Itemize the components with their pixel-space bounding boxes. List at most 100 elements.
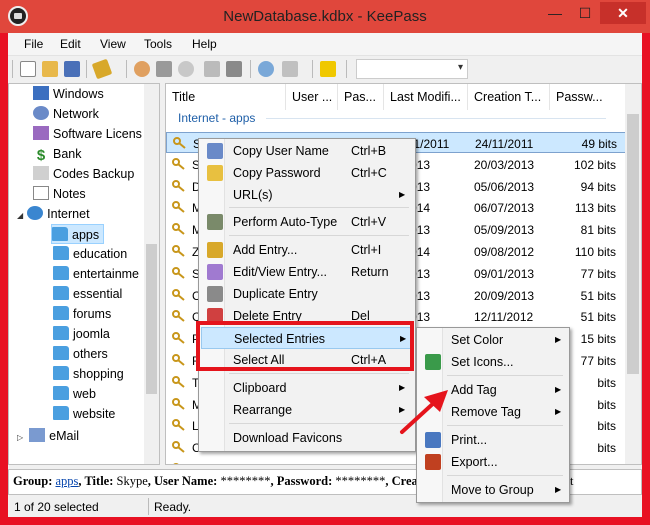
list-scroll-thumb[interactable] bbox=[627, 114, 639, 374]
context-menu-item[interactable]: URL(s) ▶ bbox=[201, 184, 413, 206]
tree-item-others[interactable]: others bbox=[53, 344, 108, 364]
save-database-icon[interactable] bbox=[64, 61, 80, 77]
menu-separator bbox=[447, 475, 563, 476]
tree-item-software-licenses[interactable]: Software Licens bbox=[33, 124, 142, 144]
copy-password-icon[interactable] bbox=[156, 61, 172, 77]
table-cell: 110 bits bbox=[574, 245, 616, 259]
submenu-item[interactable]: Add Tag ▶ bbox=[419, 379, 567, 401]
show-entries-icon[interactable] bbox=[282, 61, 298, 77]
submenu-arrow-icon: ▶ bbox=[555, 485, 562, 494]
selection-count: 1 of 20 selected bbox=[14, 500, 99, 514]
autotype-icon[interactable] bbox=[204, 61, 220, 77]
open-database-icon[interactable] bbox=[42, 61, 58, 77]
open-url-icon[interactable] bbox=[178, 61, 194, 77]
column-password-quality[interactable]: Passw... bbox=[550, 84, 626, 110]
tree-item-codes-backup[interactable]: Codes Backup bbox=[33, 164, 134, 184]
context-menu-label: Edit/View Entry... bbox=[233, 265, 328, 279]
tree-scrollbar[interactable] bbox=[144, 84, 159, 464]
context-menu-label: Add Entry... bbox=[233, 243, 298, 257]
copy-username-icon[interactable] bbox=[134, 61, 150, 77]
menu-view[interactable]: View bbox=[100, 37, 126, 51]
close-button[interactable]: ✕ bbox=[600, 2, 646, 24]
table-cell: 94 bits bbox=[580, 179, 616, 194]
tree-item-web[interactable]: web bbox=[53, 384, 96, 404]
sync-icon[interactable] bbox=[226, 61, 242, 77]
context-menu-item[interactable]: Edit/View Entry... Return bbox=[201, 261, 413, 283]
tree-item-education[interactable]: education bbox=[53, 244, 127, 264]
tree-item-shopping[interactable]: shopping bbox=[53, 364, 124, 384]
context-menu-item[interactable]: Duplicate Entry bbox=[201, 283, 413, 305]
minimize-button[interactable]: — bbox=[540, 2, 570, 24]
menu-shortcut: Ctrl+V bbox=[351, 215, 387, 229]
collapse-arrow-icon[interactable]: ◢ bbox=[17, 211, 23, 220]
column-user[interactable]: User ... bbox=[286, 84, 338, 110]
tree-item-entertainment[interactable]: entertainme bbox=[53, 264, 139, 284]
context-menu-item[interactable]: Rearrange ▶ bbox=[201, 399, 413, 421]
context-menu-item[interactable]: Add Entry... Ctrl+I bbox=[201, 239, 413, 261]
submenu-item[interactable]: Export... bbox=[419, 451, 567, 473]
menu-edit[interactable]: Edit bbox=[60, 37, 81, 51]
tree-item-bank[interactable]: $ Bank bbox=[33, 144, 82, 164]
find-icon[interactable] bbox=[258, 61, 274, 77]
key-icon bbox=[172, 245, 186, 257]
submenu-item[interactable]: Print... bbox=[419, 429, 567, 451]
menu-separator bbox=[447, 425, 563, 426]
tree-item-notes[interactable]: Notes bbox=[33, 184, 86, 204]
column-last-modified[interactable]: Last Modifi... bbox=[384, 84, 468, 110]
menu-help[interactable]: Help bbox=[192, 37, 217, 51]
submenu-item[interactable]: Set Icons... bbox=[419, 351, 567, 373]
menu-separator bbox=[229, 423, 409, 424]
folder-icon bbox=[53, 386, 69, 400]
tree-item-internet[interactable]: ◢ Internet bbox=[17, 204, 90, 224]
toolbar-separator bbox=[250, 60, 251, 78]
tree-item-email[interactable]: ▷ eMail bbox=[17, 426, 79, 446]
column-title[interactable]: Title bbox=[166, 84, 286, 110]
folder-icon bbox=[53, 326, 69, 340]
column-password[interactable]: Pas... bbox=[338, 84, 384, 110]
submenu-item[interactable]: Remove Tag ▶ bbox=[419, 401, 567, 423]
context-menu-label: Perform Auto-Type bbox=[233, 215, 338, 229]
maximize-button[interactable]: ☐ bbox=[570, 2, 600, 24]
group-link[interactable]: apps bbox=[56, 474, 79, 488]
tree-scroll-thumb[interactable] bbox=[146, 244, 157, 394]
context-menu-item[interactable]: Perform Auto-Type Ctrl+V bbox=[201, 211, 413, 233]
tree-item-joomla[interactable]: joomla bbox=[53, 324, 110, 344]
list-scrollbar[interactable] bbox=[625, 84, 641, 464]
quick-search-combo[interactable] bbox=[356, 59, 468, 79]
toolbar-separator bbox=[346, 60, 347, 78]
key-icon bbox=[172, 463, 186, 464]
key-icon bbox=[172, 354, 186, 366]
group-divider bbox=[266, 118, 606, 119]
submenu-item[interactable]: Move to Group ▶ bbox=[419, 479, 567, 501]
context-menu-item[interactable]: Copy Password Ctrl+C bbox=[201, 162, 413, 184]
dollar-icon: $ bbox=[36, 147, 46, 164]
add-entry-key-icon[interactable] bbox=[91, 58, 113, 80]
expand-arrow-icon[interactable]: ▷ bbox=[17, 433, 23, 442]
folder-icon bbox=[53, 286, 69, 300]
submenu-label: Set Color bbox=[451, 333, 504, 347]
title-bar[interactable]: NewDatabase.kdbx - KeePass — ☐ ✕ bbox=[0, 0, 650, 33]
submenu-item[interactable]: Set Color ▶ bbox=[419, 329, 567, 351]
context-menu-item[interactable]: Download Favicons bbox=[201, 427, 413, 449]
menu-file[interactable]: File bbox=[24, 37, 43, 51]
entry-context-menu: Copy User Name Ctrl+B Copy Password Ctrl+C U… bbox=[198, 138, 416, 452]
folder-icon bbox=[53, 406, 69, 420]
lock-workspace-icon[interactable] bbox=[320, 61, 336, 77]
tree-item-forums[interactable]: forums bbox=[53, 304, 111, 324]
menu-separator bbox=[447, 375, 563, 376]
table-cell: 09/08/2012 bbox=[474, 245, 535, 259]
duplicate-entry-icon bbox=[207, 286, 223, 302]
tree-item-website[interactable]: website bbox=[53, 404, 115, 424]
tree-item-windows[interactable]: Windows bbox=[33, 84, 104, 104]
tree-item-network[interactable]: Network bbox=[33, 104, 99, 124]
submenu-arrow-icon: ▶ bbox=[555, 385, 562, 394]
tree-item-essential[interactable]: essential bbox=[53, 284, 122, 304]
column-creation-time[interactable]: Creation T... bbox=[468, 84, 550, 110]
context-menu-label: Copy Password bbox=[233, 166, 321, 180]
tree-item-apps[interactable]: apps bbox=[51, 224, 105, 244]
context-menu-item[interactable]: Clipboard ▶ bbox=[201, 377, 413, 399]
folder-icon bbox=[53, 266, 69, 280]
new-database-icon[interactable] bbox=[20, 61, 36, 77]
menu-tools[interactable]: Tools bbox=[144, 37, 172, 51]
context-menu-item[interactable]: Copy User Name Ctrl+B bbox=[201, 140, 413, 162]
